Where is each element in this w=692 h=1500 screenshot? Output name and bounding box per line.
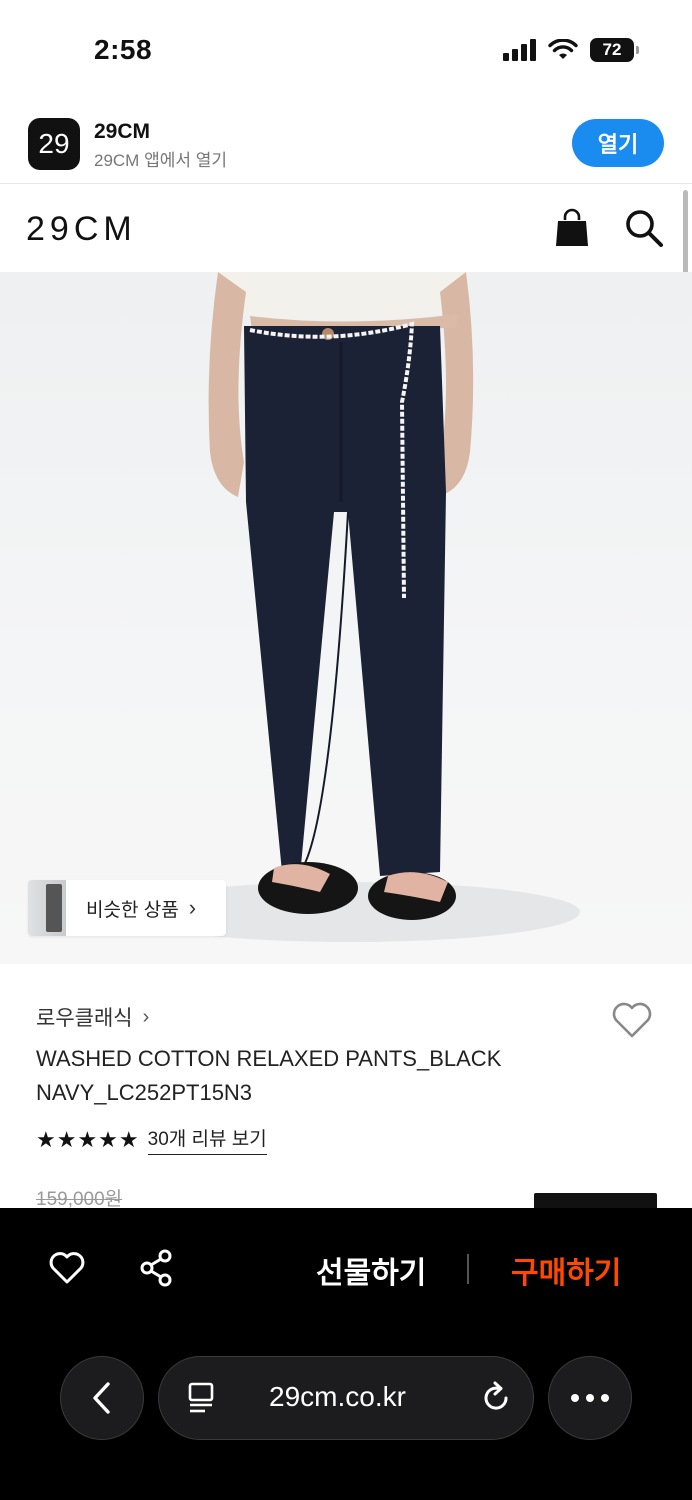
search-icon[interactable]	[624, 208, 664, 248]
browser-back-button[interactable]	[60, 1356, 144, 1440]
similar-products-label: 비슷한 상품	[86, 899, 179, 921]
product-name: WASHED COTTON RELAXED PANTS_BLACK NAVY_L…	[36, 1046, 502, 1105]
rating-stars: ★★★★★	[36, 1126, 140, 1152]
ellipsis-dot	[571, 1394, 579, 1402]
similar-products-button[interactable]: 비슷한 상품 ›	[28, 880, 226, 936]
heart-outline-icon[interactable]	[610, 1000, 654, 1040]
site-logo[interactable]: 29CM	[26, 210, 137, 249]
app-install-banner: 29 29CM 29CM 앱에서 열기 열기	[0, 100, 692, 184]
ellipsis-dot	[601, 1394, 609, 1402]
reload-icon[interactable]	[479, 1381, 513, 1415]
more-options-button[interactable]	[548, 1356, 632, 1440]
rating-row: ★★★★★ 30개 리뷰 보기	[36, 1124, 267, 1155]
ellipsis-dot	[586, 1394, 594, 1402]
app-icon: 29	[28, 118, 80, 170]
brand-name: 로우클래식	[36, 1007, 133, 1030]
status-bar: 2:58 72	[0, 0, 692, 100]
review-link[interactable]: 30개 리뷰 보기	[147, 1124, 267, 1155]
chevron-left-icon	[93, 1382, 110, 1414]
url-text: 29cm.co.kr	[269, 1381, 406, 1412]
original-price: 159,000원	[36, 1189, 123, 1210]
address-bar[interactable]: 29cm.co.kr	[158, 1356, 534, 1440]
battery-indicator: 72	[590, 38, 639, 62]
open-app-button[interactable]: 열기	[572, 119, 664, 167]
wifi-icon	[548, 39, 578, 59]
share-icon[interactable]	[138, 1248, 176, 1288]
chevron-right-icon: ›	[142, 1005, 150, 1028]
chevron-right-icon: ›	[188, 895, 197, 920]
shopping-bag-icon[interactable]	[554, 208, 590, 248]
app-subtitle: 29CM 앱에서 열기	[94, 151, 227, 170]
gift-button[interactable]: 선물하기	[316, 1248, 426, 1292]
product-info: 로우클래식 › WASHED COTTON RELAXED PANTS_BLAC…	[0, 964, 692, 1213]
status-time: 2:58	[94, 34, 153, 65]
bottom-action-bar: 선물하기 구매하기 29cm.co.kr	[0, 1208, 692, 1500]
site-header: 29CM	[0, 184, 692, 272]
reader-mode-icon[interactable]	[187, 1381, 217, 1415]
status-icons: 72	[503, 38, 639, 62]
heart-icon[interactable]	[48, 1250, 86, 1286]
product-image[interactable]: 비슷한 상품 ›	[0, 272, 692, 964]
cellular-signal-icon	[503, 39, 536, 61]
action-divider	[467, 1254, 469, 1284]
buy-button[interactable]: 구매하기	[511, 1248, 621, 1292]
similar-thumbnail	[28, 880, 66, 936]
app-name: 29CM	[94, 120, 151, 143]
product-photo	[120, 272, 580, 942]
brand-link[interactable]: 로우클래식 ›	[36, 1002, 149, 1032]
